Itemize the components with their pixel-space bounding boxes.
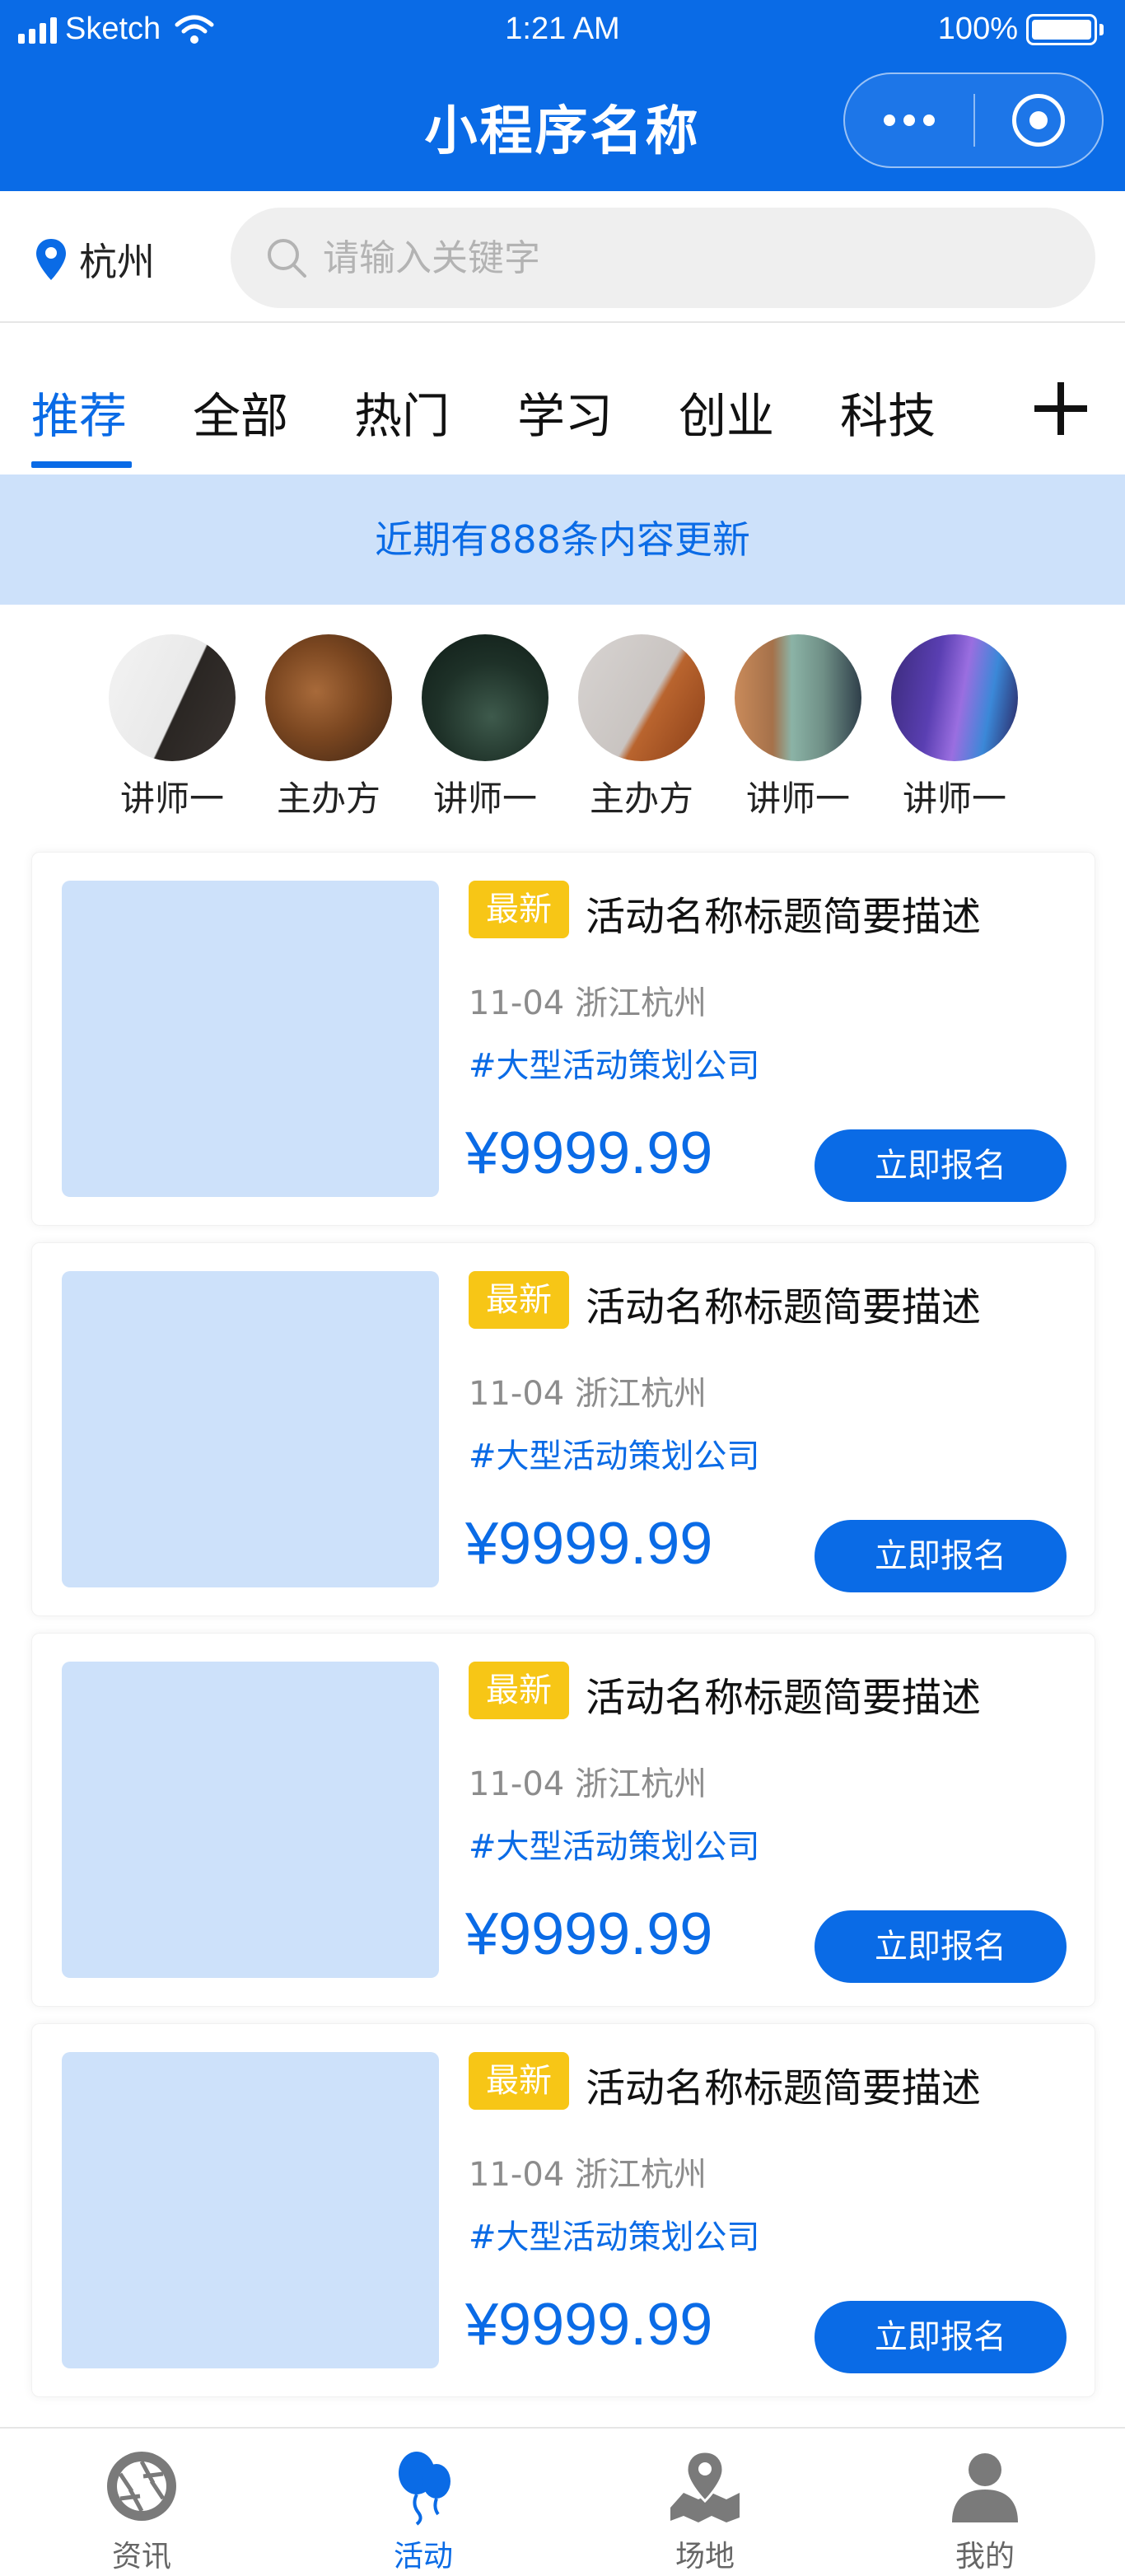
- avatar-item[interactable]: 主办方: [250, 634, 407, 821]
- event-thumbnail: [62, 1271, 439, 1587]
- status-bar: Sketch 1:21 AM 100%: [0, 0, 1125, 66]
- event-card[interactable]: 最新 活动名称标题简要描述 11-04 浙江杭州 #大型活动策划公司 ¥9999…: [31, 2023, 1095, 2397]
- avatar-name: 讲师一: [432, 778, 537, 819]
- aperture-icon: [107, 2452, 176, 2521]
- avatar-name: 主办方: [589, 778, 693, 819]
- avatar: [422, 634, 548, 761]
- event-organizer-tag[interactable]: #大型活动策划公司: [469, 2210, 760, 2258]
- balloons-icon: [399, 2452, 450, 2526]
- event-card[interactable]: 最新 活动名称标题简要描述 11-04 浙江杭州 #大型活动策划公司 ¥9999…: [31, 1242, 1095, 1616]
- register-button[interactable]: 立即报名: [815, 2301, 1067, 2373]
- mini-program-capsule: [843, 72, 1104, 168]
- nav-label: 活动: [393, 2540, 453, 2574]
- location-city: 杭州: [79, 240, 155, 284]
- nav-events[interactable]: 活动: [341, 2447, 506, 2575]
- event-organizer-tag[interactable]: #大型活动策划公司: [469, 1039, 760, 1087]
- avatar-name: 讲师一: [902, 778, 1006, 819]
- avatar-item[interactable]: 讲师一: [407, 634, 563, 821]
- search-row: 杭州: [0, 191, 1125, 323]
- event-date-location: 11-04 浙江杭州: [469, 1765, 707, 1803]
- nav-label: 我的: [955, 2540, 1015, 2574]
- event-thumbnail: [62, 881, 439, 1197]
- search-box[interactable]: [231, 208, 1095, 308]
- avatar: [265, 634, 392, 761]
- close-button[interactable]: [975, 94, 1102, 147]
- event-organizer-tag[interactable]: #大型活动策划公司: [469, 1820, 760, 1868]
- register-button[interactable]: 立即报名: [815, 1910, 1067, 1983]
- avatar: [891, 634, 1018, 761]
- search-icon: [268, 239, 306, 278]
- new-badge: 最新: [469, 1271, 569, 1329]
- bottom-tab-bar: 资讯 活动 场地 我的: [0, 2427, 1125, 2576]
- event-title: 活动名称标题简要描述: [586, 894, 982, 940]
- new-badge: 最新: [469, 1662, 569, 1719]
- avatar: [735, 634, 861, 761]
- tab-hot[interactable]: 热门: [354, 377, 450, 446]
- event-date-location: 11-04 浙江杭州: [469, 1375, 707, 1413]
- avatar-item[interactable]: 讲师一: [876, 634, 1033, 821]
- new-badge: 最新: [469, 881, 569, 938]
- avatar-name: 讲师一: [745, 778, 850, 819]
- event-title: 活动名称标题简要描述: [586, 1284, 982, 1330]
- event-title: 活动名称标题简要描述: [586, 2065, 982, 2111]
- event-price: ¥9999.99: [465, 1511, 713, 1577]
- user-icon: [952, 2453, 1018, 2522]
- event-thumbnail: [62, 2052, 439, 2368]
- avatar: [578, 634, 705, 761]
- register-button[interactable]: 立即报名: [815, 1520, 1067, 1592]
- category-tabs: 推荐 全部 热门 学习 创业 科技: [0, 323, 1125, 475]
- event-price: ¥9999.99: [465, 1120, 713, 1186]
- event-organizer-tag[interactable]: #大型活动策划公司: [469, 1429, 760, 1477]
- tab-startup[interactable]: 创业: [679, 377, 774, 446]
- nav-profile[interactable]: 我的: [903, 2447, 1067, 2575]
- active-tab-indicator: [31, 461, 132, 468]
- avatar-item[interactable]: 主办方: [563, 634, 720, 821]
- avatar: [109, 634, 236, 761]
- search-input[interactable]: [323, 236, 982, 279]
- event-card[interactable]: 最新 活动名称标题简要描述 11-04 浙江杭州 #大型活动策划公司 ¥9999…: [31, 852, 1095, 1226]
- nav-news[interactable]: 资讯: [59, 2447, 224, 2575]
- avatar-row: 讲师一 主办方 讲师一 主办方 讲师一 讲师一: [0, 634, 1125, 832]
- app-header: Sketch 1:21 AM 100% 小程序名称: [0, 0, 1125, 191]
- battery: 100%: [938, 12, 1104, 47]
- tab-recommend[interactable]: 推荐: [31, 377, 127, 446]
- event-card[interactable]: 最新 活动名称标题简要描述 11-04 浙江杭州 #大型活动策划公司 ¥9999…: [31, 1633, 1095, 2007]
- event-price: ¥9999.99: [465, 2292, 713, 2358]
- event-price: ¥9999.99: [465, 1901, 713, 1967]
- event-thumbnail: [62, 1662, 439, 1978]
- new-badge: 最新: [469, 2052, 569, 2110]
- event-date-location: 11-04 浙江杭州: [469, 2156, 707, 2194]
- avatar-name: 主办方: [276, 778, 380, 819]
- update-notice[interactable]: 近期有888条内容更新: [0, 475, 1125, 605]
- event-date-location: 11-04 浙江杭州: [469, 984, 707, 1022]
- add-category-icon[interactable]: [1034, 382, 1087, 435]
- target-icon: [1012, 94, 1065, 147]
- nav-venues[interactable]: 场地: [623, 2447, 787, 2575]
- tab-all[interactable]: 全部: [193, 377, 288, 446]
- nav-label: 场地: [675, 2540, 735, 2574]
- register-button[interactable]: 立即报名: [815, 1129, 1067, 1202]
- avatar-item[interactable]: 讲师一: [720, 634, 876, 821]
- location-selector[interactable]: 杭州: [35, 232, 155, 287]
- battery-icon: [1026, 13, 1097, 45]
- battery-percent: 100%: [937, 12, 1018, 46]
- event-title: 活动名称标题简要描述: [586, 1675, 982, 1721]
- avatar-name: 讲师一: [119, 778, 224, 819]
- more-icon[interactable]: [845, 115, 973, 126]
- nav-label: 资讯: [111, 2540, 171, 2574]
- map-pin-icon: [670, 2450, 740, 2522]
- avatar-item[interactable]: 讲师一: [94, 634, 250, 821]
- tab-study[interactable]: 学习: [517, 377, 613, 446]
- tab-tech[interactable]: 科技: [840, 377, 936, 446]
- location-pin-icon: [36, 239, 66, 280]
